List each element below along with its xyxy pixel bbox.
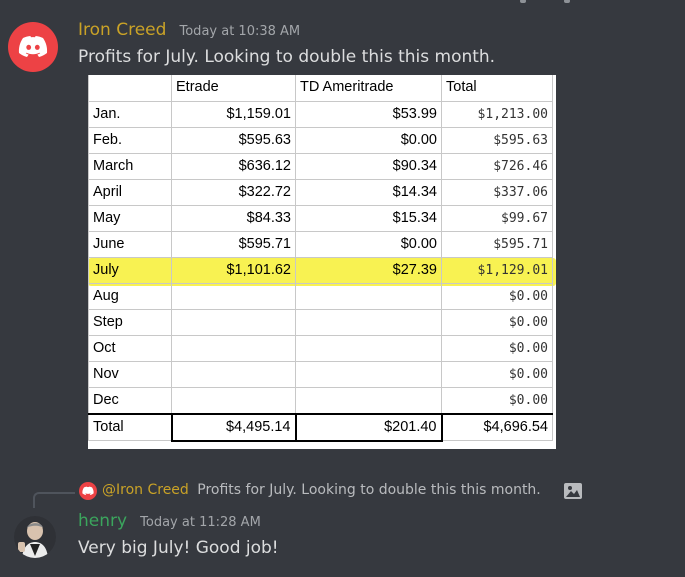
total-cell: $0.00 (441, 334, 553, 362)
total-cell: $726.46 (441, 152, 553, 180)
table-header-row: Etrade TD Ameritrade Total (88, 75, 553, 102)
month-cell: Feb. (88, 126, 172, 154)
message-header: henry Today at 11:28 AM (78, 511, 261, 531)
header-cell (88, 75, 172, 102)
username[interactable]: henry (78, 511, 127, 531)
td-ameritrade-cell (295, 334, 442, 362)
message-content: Profits for July. Looking to double this… (78, 47, 496, 67)
table-row: Jan. $1,159.01 $53.99 $1,213.00 (88, 100, 553, 128)
avatar[interactable] (14, 516, 56, 558)
avatar[interactable] (8, 22, 58, 72)
month-cell: Step (88, 308, 172, 336)
td-ameritrade-cell: $27.39 (295, 256, 442, 284)
etrade-cell: $595.71 (171, 230, 296, 258)
total-cell: $337.06 (441, 178, 553, 206)
month-cell: Oct (88, 334, 172, 362)
table-row: Step $0.00 (88, 308, 553, 336)
total-cell: $1,129.01 (441, 256, 553, 284)
header-cell: Etrade (171, 75, 296, 102)
discord-logo-icon (18, 36, 48, 57)
reply-preview[interactable]: @Iron Creed Profits for July. Looking to… (102, 482, 541, 498)
etrade-cell: $84.33 (171, 204, 296, 232)
table-row: Feb. $595.63 $0.00 $595.63 (88, 126, 553, 154)
total-cell: $595.71 (441, 230, 553, 258)
total-label: Total (88, 412, 172, 441)
table-row: June $595.71 $0.00 $595.71 (88, 230, 553, 258)
etrade-cell (171, 360, 296, 388)
reply-text[interactable]: Profits for July. Looking to double this… (197, 482, 541, 498)
etrade-cell (171, 282, 296, 310)
td-ameritrade-cell: $90.34 (295, 152, 442, 180)
image-attachment[interactable]: Etrade TD Ameritrade Total Jan. $1,159.01… (88, 75, 556, 449)
reply-mention[interactable]: @Iron Creed (102, 482, 189, 498)
total-cell: $595.63 (441, 126, 553, 154)
month-cell: June (88, 230, 172, 258)
month-cell: May (88, 204, 172, 232)
grand-total: $4,696.54 (441, 412, 553, 441)
reply-spine (33, 492, 75, 508)
table-row: Dec $0.00 (88, 386, 553, 414)
td-ameritrade-cell (295, 360, 442, 388)
message-toolbar-hint (520, 0, 570, 3)
td-ameritrade-cell (295, 386, 442, 414)
spreadsheet: Etrade TD Ameritrade Total Jan. $1,159.01… (88, 75, 553, 442)
td-ameritrade-cell (295, 282, 442, 310)
table-row: March $636.12 $90.34 $726.46 (88, 152, 553, 180)
etrade-cell (171, 386, 296, 414)
td-ameritrade-cell: $0.00 (295, 230, 442, 258)
month-cell: Nov (88, 360, 172, 388)
etrade-cell (171, 334, 296, 362)
td-ameritrade-cell: $53.99 (295, 100, 442, 128)
etrade-cell: $322.72 (171, 178, 296, 206)
etrade-cell: $595.63 (171, 126, 296, 154)
reply-avatar[interactable] (79, 482, 97, 500)
etrade-cell (171, 308, 296, 336)
table-row: Oct $0.00 (88, 334, 553, 362)
timestamp: Today at 11:28 AM (140, 515, 261, 530)
table-row: Nov $0.00 (88, 360, 553, 388)
table-total-row: Total $4,495.14 $201.40 $4,696.54 (88, 412, 553, 442)
total-cell: $99.67 (441, 204, 553, 232)
month-cell: Dec (88, 386, 172, 414)
message-header: Iron Creed Today at 10:38 AM (78, 20, 300, 40)
table-row: May $84.33 $15.34 $99.67 (88, 204, 553, 232)
td-ameritrade-cell: $14.34 (295, 178, 442, 206)
username[interactable]: Iron Creed (78, 20, 166, 40)
etrade-total: $4,495.14 (170, 412, 297, 442)
month-cell: April (88, 178, 172, 206)
header-cell: Total (441, 75, 553, 102)
message-content: Very big July! Good job! (78, 538, 279, 558)
month-cell: July (88, 256, 172, 284)
month-cell: Jan. (88, 100, 172, 128)
td-ameritrade-cell (295, 308, 442, 336)
table-row: April $322.72 $14.34 $337.06 (88, 178, 553, 206)
discord-logo-icon (82, 486, 94, 495)
etrade-cell: $636.12 (171, 152, 296, 180)
total-cell: $0.00 (441, 282, 553, 310)
image-icon (563, 481, 583, 505)
table-row: Aug $0.00 (88, 282, 553, 310)
month-cell: Aug (88, 282, 172, 310)
total-cell: $0.00 (441, 308, 553, 336)
total-cell: $0.00 (441, 360, 553, 388)
etrade-cell: $1,159.01 (171, 100, 296, 128)
total-cell: $0.00 (441, 386, 553, 414)
table-row-highlighted: July $1,101.62 $27.39 $1,129.01 (88, 256, 553, 284)
total-cell: $1,213.00 (441, 100, 553, 128)
header-cell: TD Ameritrade (295, 75, 442, 102)
td-ameritrade-cell: $0.00 (295, 126, 442, 154)
etrade-cell: $1,101.62 (171, 256, 296, 284)
td-ameritrade-total: $201.40 (294, 412, 443, 442)
td-ameritrade-cell: $15.34 (295, 204, 442, 232)
timestamp: Today at 10:38 AM (179, 24, 301, 39)
month-cell: March (88, 152, 172, 180)
